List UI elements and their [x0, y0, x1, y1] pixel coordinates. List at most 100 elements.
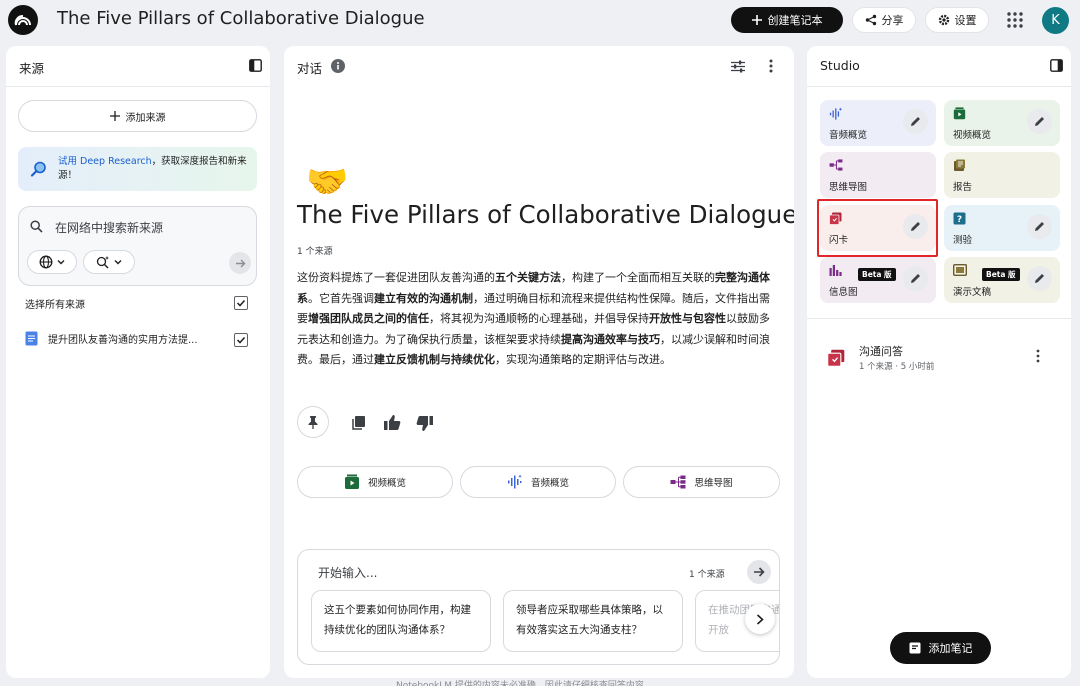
web-source-dropdown[interactable]: [27, 250, 77, 274]
summary-text: ，构建了一个全面而相互关联的: [561, 271, 715, 284]
notebook-emoji: 🤝: [306, 162, 349, 202]
input-source-count: 1 个来源: [689, 570, 725, 580]
deep-research-banner[interactable]: 试用 Deep Research，获取深度报告和新来源！: [18, 147, 257, 191]
notebooklm-logo-icon[interactable]: [8, 5, 38, 35]
pin-button[interactable]: [297, 406, 329, 438]
copy-icon[interactable]: [350, 414, 368, 432]
edit-pencil-icon[interactable]: [1027, 109, 1052, 134]
arrow-right-icon: [235, 258, 246, 269]
notebook-heading: The Five Pillars of Collaborative Dialog…: [297, 200, 794, 229]
svg-text:?: ?: [957, 215, 962, 225]
notebook-summary: 这份资料提炼了一套促进团队友善沟通的五个关键方法，构建了一个全面而相互关联的完整…: [297, 268, 773, 371]
edit-pencil-icon[interactable]: [1027, 266, 1052, 291]
beta-badge: Beta 版: [982, 268, 1020, 281]
summary-emphasis: 五个关键方法: [495, 271, 561, 284]
studio-panel-title: Studio: [820, 58, 860, 73]
search-icon: [30, 220, 43, 233]
gear-icon: [938, 14, 950, 26]
sparkle-search-icon: [96, 255, 110, 269]
add-source-button[interactable]: 添加来源: [18, 100, 257, 132]
add-note-button[interactable]: 添加笔记: [890, 632, 991, 664]
suggested-question[interactable]: 这五个要素如何协同作用，构建持续优化的团队沟通体系？: [311, 590, 491, 652]
note-meta: 1 个来源 · 5 小时前: [859, 362, 935, 372]
edit-pencil-icon[interactable]: [1027, 214, 1052, 239]
flashcards-note-icon: [827, 349, 845, 367]
source-title: 提升团队友善沟通的实用方法提...: [48, 335, 198, 346]
deep-research-search-icon: [30, 160, 48, 178]
deep-research-text: 试用 Deep Research，获取深度报告和新来源！: [58, 156, 247, 181]
tune-settings-icon[interactable]: [731, 60, 745, 73]
mindmap-label: 思维导图: [694, 478, 733, 489]
collapse-panel-icon[interactable]: [1050, 59, 1063, 72]
collapse-panel-icon[interactable]: [249, 59, 262, 72]
search-submit-button[interactable]: [229, 252, 251, 274]
chevron-down-icon: [57, 258, 65, 266]
flashcards-highlight-box: [817, 199, 938, 257]
tile-label: 演示文稿: [953, 287, 992, 298]
tile-video-overview[interactable]: 视频概览: [944, 100, 1060, 146]
audio-waveform-icon: [507, 474, 523, 490]
settings-button[interactable]: 设置: [925, 7, 989, 33]
tile-infographic[interactable]: Beta 版 信息图: [820, 257, 936, 303]
report-icon: [953, 159, 967, 173]
note-title: 沟通问答: [859, 345, 903, 358]
chevron-right-icon: [756, 613, 764, 625]
more-vert-icon[interactable]: [769, 59, 773, 73]
tile-quiz[interactable]: ? 测验: [944, 205, 1060, 251]
notebook-title[interactable]: The Five Pillars of Collaborative Dialog…: [57, 8, 425, 29]
arrow-right-icon: [753, 566, 765, 578]
chevron-down-icon: [114, 258, 122, 266]
source-count: 1 个来源: [297, 247, 333, 257]
tile-label: 测验: [953, 235, 973, 246]
thumbs-up-icon[interactable]: [383, 414, 401, 432]
mindmap-button[interactable]: 思维导图: [623, 466, 780, 498]
select-all-label: 选择所有来源: [25, 300, 85, 311]
edit-pencil-icon[interactable]: [903, 266, 928, 291]
source-checkbox[interactable]: [234, 333, 248, 347]
chat-input[interactable]: 开始输入...: [318, 564, 377, 581]
plus-icon: [109, 111, 120, 121]
studio-panel: Studio 音频概览 视频概览 思维导图 报告 闪卡 ? 测验 Beta 版 …: [807, 46, 1071, 678]
select-all-checkbox[interactable]: [234, 296, 248, 310]
apps-grid-icon[interactable]: [1005, 10, 1025, 30]
tile-mindmap[interactable]: 思维导图: [820, 152, 936, 198]
summary-emphasis: 提高沟通效率与技巧: [561, 332, 660, 346]
avatar[interactable]: K: [1042, 7, 1069, 34]
deep-research-link[interactable]: 试用 Deep Research: [58, 156, 152, 167]
create-notebook-label: 创建笔记本: [767, 14, 823, 27]
video-overview-icon: [344, 474, 360, 490]
tile-slides[interactable]: Beta 版 演示文稿: [944, 257, 1060, 303]
summary-emphasis: 增强团队成员之间的信任: [308, 312, 429, 326]
note-add-icon: [909, 642, 921, 654]
document-icon: [25, 331, 38, 346]
tile-label: 思维导图: [829, 182, 868, 193]
add-note-label: 添加笔记: [928, 642, 973, 655]
panel-divider: [6, 86, 270, 87]
plus-icon: [751, 15, 762, 25]
tile-audio-overview[interactable]: 音频概览: [820, 100, 936, 146]
edit-pencil-icon[interactable]: [903, 109, 928, 134]
more-vert-icon[interactable]: [1036, 349, 1040, 363]
send-button[interactable]: [747, 560, 771, 584]
search-input[interactable]: 在网络中搜索新来源: [55, 219, 163, 236]
note-item[interactable]: 沟通问答 1 个来源 · 5 小时前: [821, 341, 1061, 381]
audio-overview-button[interactable]: 音频概览: [460, 466, 616, 498]
thumbs-down-icon[interactable]: [416, 414, 434, 432]
tile-label: 视频概览: [953, 130, 992, 141]
info-icon[interactable]: [331, 59, 345, 73]
suggested-question[interactable]: 领导者应采取哪些具体策略，以有效落实这五大沟通支柱？: [503, 590, 683, 652]
footer-disclaimer: NotebookLM 提供的内容未必准确，因此请仔细核查回答内容。: [396, 681, 653, 686]
add-source-label: 添加来源: [125, 112, 166, 124]
suggestions-next-button[interactable]: [745, 604, 775, 634]
chat-input-card: 开始输入... 1 个来源 这五个要素如何协同作用，构建持续优化的团队沟通体系？…: [297, 549, 780, 665]
source-item[interactable]: 提升团队友善沟通的实用方法提...: [25, 331, 225, 346]
research-mode-dropdown[interactable]: [83, 250, 135, 274]
audio-waveform-icon: [829, 107, 843, 121]
video-overview-button[interactable]: 视频概览: [297, 466, 453, 498]
summary-text: 。它首先强调: [308, 291, 374, 305]
web-search-box: 在网络中搜索新来源: [18, 206, 257, 286]
create-notebook-button[interactable]: 创建笔记本: [731, 7, 843, 33]
summary-emphasis: 开放性与包容性: [649, 312, 726, 326]
share-button[interactable]: 分享: [852, 7, 916, 33]
tile-report[interactable]: 报告: [944, 152, 1060, 198]
